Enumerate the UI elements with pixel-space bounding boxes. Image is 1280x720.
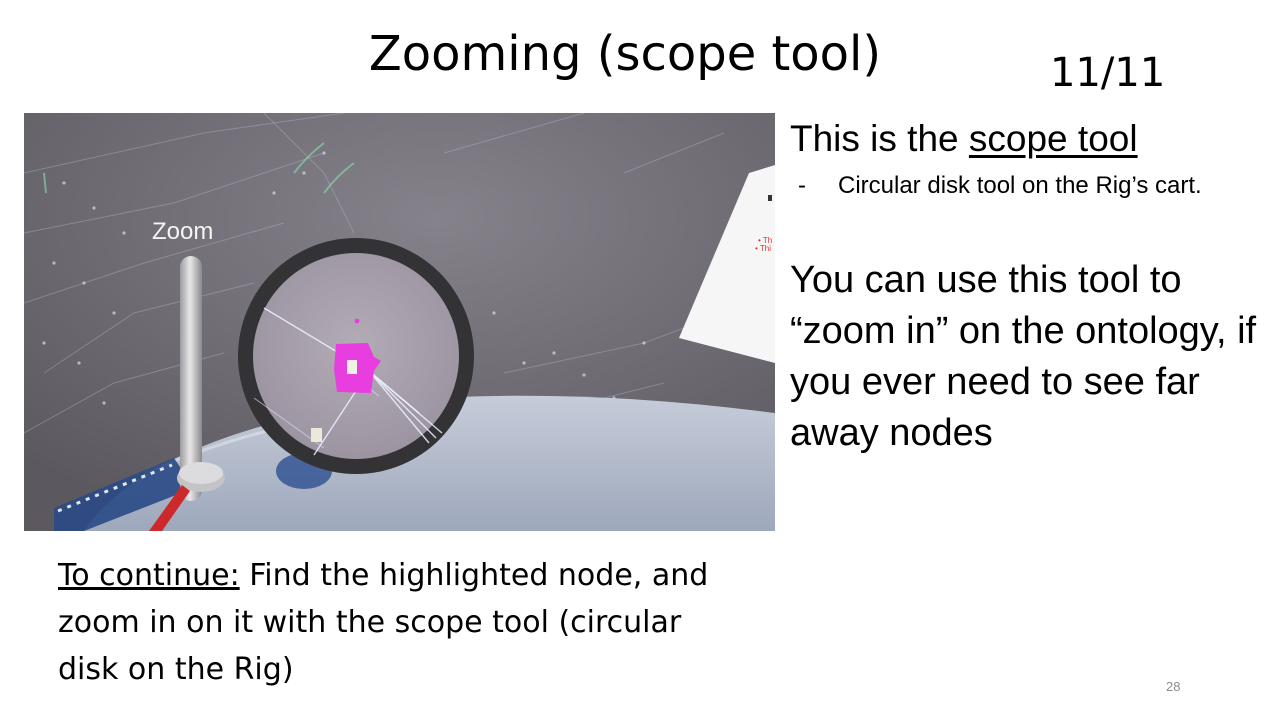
scope-lens-icon[interactable] [238, 238, 474, 474]
svg-text:• Thi: • Thi [755, 244, 771, 253]
node-icon[interactable] [311, 428, 322, 442]
heading-prefix: This is the [790, 118, 969, 159]
zoom-label: Zoom [152, 218, 213, 245]
page-number: 28 [1166, 679, 1181, 694]
description-heading: This is the scope tool [790, 115, 1270, 163]
scope-tool-term: scope tool [968, 118, 1138, 159]
instructions-lead: To continue: [58, 558, 240, 593]
slide-counter: 11/11 [1050, 50, 1166, 96]
continue-instructions: To continue: Find the highlighted node, … [58, 552, 738, 693]
description-paragraph: You can use this tool to “zoom in” on th… [790, 259, 1257, 454]
vr-screenshot: • Th • Thi Zoom [24, 113, 775, 531]
bullet-text: Circular disk tool on the Rig’s cart. [838, 172, 1202, 199]
bullet-dash: - [798, 172, 806, 199]
description-panel: This is the scope tool - Circular disk t… [790, 115, 1270, 459]
description-bullet: - Circular disk tool on the Rig’s cart. [790, 167, 1270, 205]
